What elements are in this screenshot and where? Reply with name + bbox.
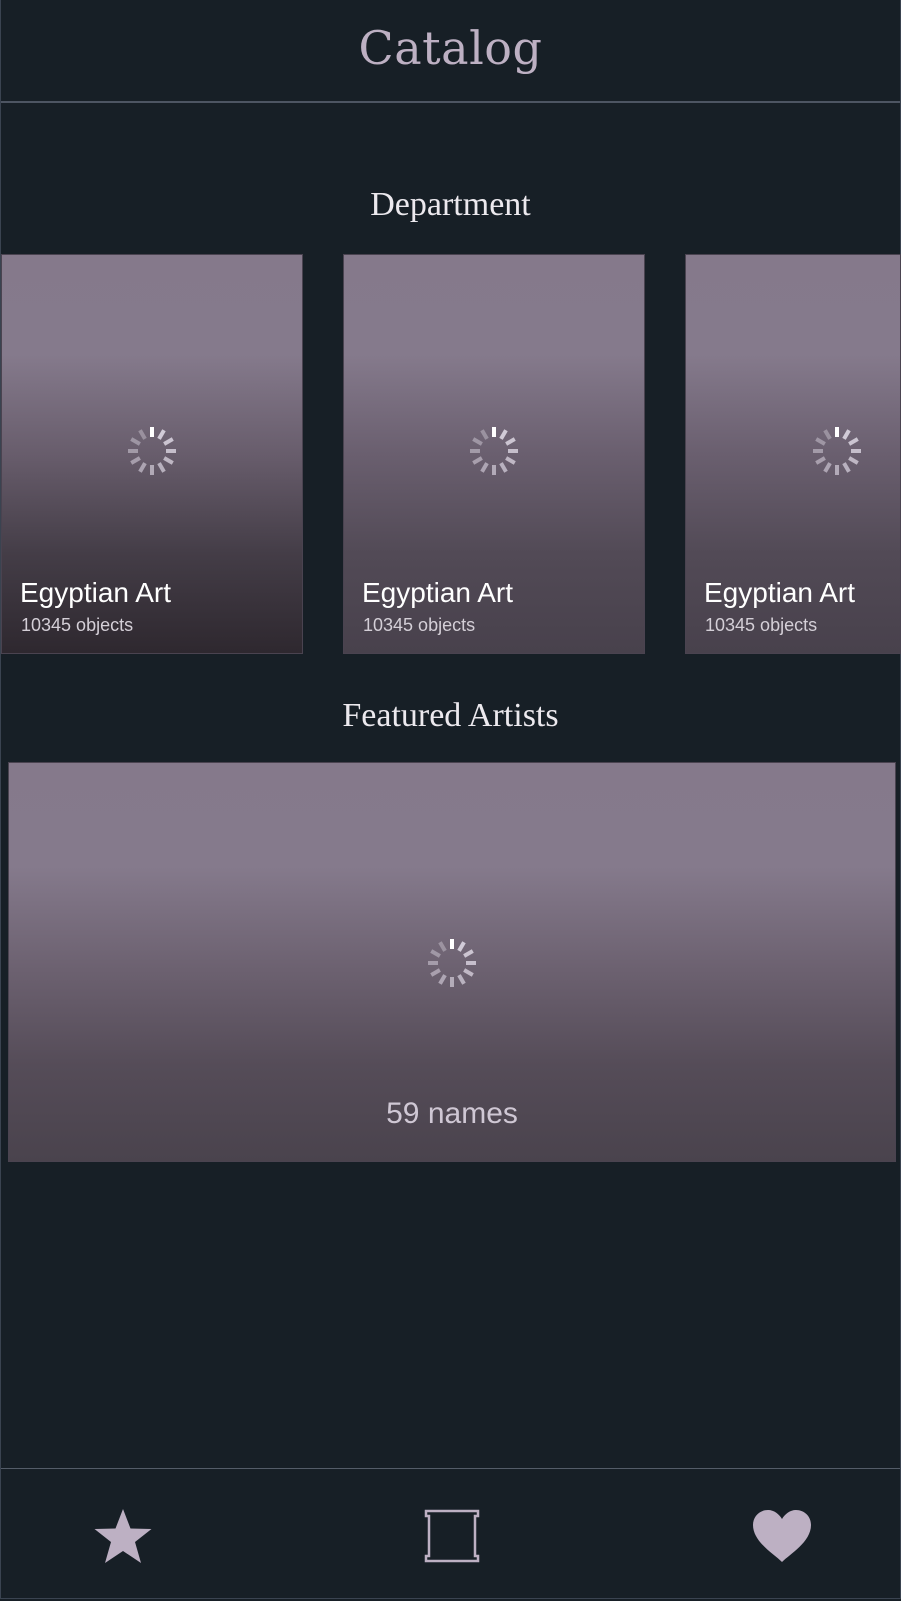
loading-spinner-icon bbox=[813, 427, 861, 475]
featured-section-title: Featured Artists bbox=[342, 697, 559, 734]
loading-spinner-icon bbox=[470, 427, 518, 475]
department-card-title: Egyptian Art bbox=[362, 577, 513, 608]
department-card[interactable]: Egyptian Art 10345 objects bbox=[343, 254, 645, 654]
bottom-tab-bar bbox=[1, 1468, 900, 1601]
department-card-count: 10345 objects bbox=[363, 615, 476, 635]
loading-spinner-icon bbox=[428, 939, 476, 987]
header-bar: Catalog bbox=[1, 0, 900, 103]
department-card-count: 10345 objects bbox=[21, 615, 134, 635]
loading-spinner-icon bbox=[128, 427, 176, 475]
department-card[interactable]: Egyptian Art 10345 objects bbox=[685, 254, 901, 654]
department-card-title: Egyptian Art bbox=[20, 577, 171, 608]
heart-icon bbox=[753, 1510, 811, 1562]
department-card-count: 10345 objects bbox=[705, 615, 818, 635]
featured-artists-card[interactable]: 59 names bbox=[8, 762, 896, 1162]
department-card[interactable]: Egyptian Art 10345 objects bbox=[1, 254, 303, 654]
tab-highlights[interactable] bbox=[88, 1505, 158, 1567]
tab-catalog[interactable] bbox=[417, 1505, 487, 1567]
featured-artists-count: 59 names bbox=[386, 1097, 518, 1130]
page-title: Catalog bbox=[358, 20, 543, 75]
app-frame: Catalog Department Egyptian Art 10345 ob… bbox=[0, 0, 901, 1599]
frame-icon bbox=[424, 1509, 480, 1563]
department-card-title: Egyptian Art bbox=[704, 577, 855, 608]
department-section-title: Department bbox=[370, 186, 531, 223]
tab-favorites[interactable] bbox=[747, 1505, 817, 1567]
star-icon bbox=[94, 1509, 152, 1563]
